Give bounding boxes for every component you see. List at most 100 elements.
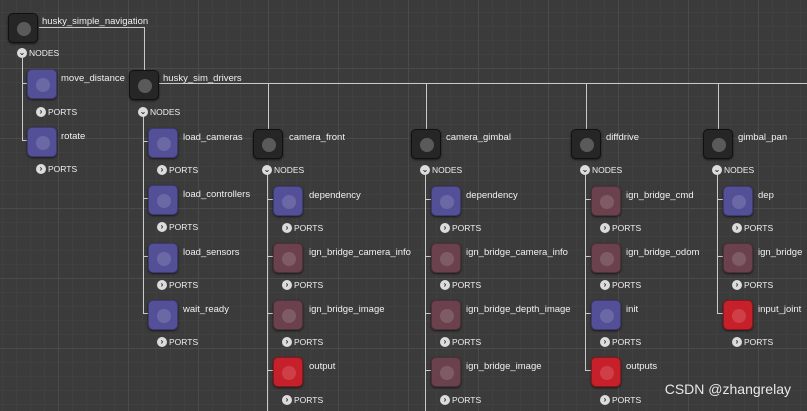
node-ign-bridge-image[interactable] [431,357,461,387]
chevron-right-icon[interactable]: › [157,280,167,290]
chevron-right-icon[interactable]: › [282,223,292,233]
chevron-right-icon[interactable]: › [600,223,610,233]
ports-toggle[interactable]: PORTS [452,223,481,233]
node-label: ign_bridge_image [466,361,542,372]
node-ign-bridge-image[interactable] [273,300,303,330]
node-label: ign_bridge_odom [626,247,700,258]
node-ign-bridge[interactable] [723,243,753,273]
chevron-right-icon[interactable]: › [440,280,450,290]
ports-toggle[interactable]: PORTS [452,395,481,405]
node-input-joint[interactable] [723,300,753,330]
ports-toggle[interactable]: PORTS [612,337,641,347]
group-node-gimbal-pan[interactable] [703,129,733,159]
node-label: rotate [61,131,86,142]
node-ign-bridge-camera-info[interactable] [431,243,461,273]
node-label: dependency [466,190,518,201]
node-label: wait_ready [183,304,229,315]
chevron-down-icon[interactable]: ⌄ [580,165,590,175]
ports-toggle[interactable]: PORTS [294,223,323,233]
ports-toggle[interactable]: PORTS [169,165,198,175]
ports-toggle[interactable]: PORTS [294,337,323,347]
node-label: dep [758,190,774,201]
node-dependency[interactable] [273,186,303,216]
ports-toggle[interactable]: PORTS [744,337,773,347]
node-label: outputs [626,361,658,372]
nodes-toggle[interactable]: NODES [274,165,304,175]
chevron-right-icon[interactable]: › [732,337,742,347]
node-dependency[interactable] [431,186,461,216]
ports-toggle[interactable]: PORTS [744,280,773,290]
chevron-right-icon[interactable]: › [36,107,46,117]
node-load-controllers[interactable] [148,185,178,215]
chevron-right-icon[interactable]: › [440,395,450,405]
ports-toggle[interactable]: PORTS [612,223,641,233]
chevron-down-icon[interactable]: ⌄ [712,165,722,175]
chevron-down-icon[interactable]: ⌄ [138,107,148,117]
node-label: load_controllers [183,189,251,200]
ports-toggle[interactable]: PORTS [612,395,641,405]
node-init[interactable] [591,300,621,330]
chevron-down-icon[interactable]: ⌄ [420,165,430,175]
ports-toggle[interactable]: PORTS [169,280,198,290]
node-load-cameras[interactable] [148,128,178,158]
ports-toggle[interactable]: PORTS [48,107,77,117]
ports-toggle[interactable]: PORTS [294,395,323,405]
chevron-right-icon[interactable]: › [600,395,610,405]
node-label: ign_bridge_image [309,304,385,315]
chevron-right-icon[interactable]: › [732,223,742,233]
ports-toggle[interactable]: PORTS [744,223,773,233]
node-label: dependency [309,190,361,201]
nodes-toggle[interactable]: NODES [150,107,180,117]
ports-toggle[interactable]: PORTS [452,280,481,290]
node-wait-ready[interactable] [148,300,178,330]
node-move-distance[interactable] [27,69,57,99]
node-load-sensors[interactable] [148,243,178,273]
node-output[interactable] [273,357,303,387]
node-ign-bridge-odom[interactable] [591,243,621,273]
node-dep[interactable] [723,186,753,216]
node-label: ign_bridge_camera_info [309,247,411,258]
ports-toggle[interactable]: PORTS [452,337,481,347]
node-label: init [626,304,639,315]
chevron-right-icon[interactable]: › [36,164,46,174]
node-ign-bridge-cmd[interactable] [591,186,621,216]
nodes-toggle[interactable]: NODES [432,165,462,175]
group-node-husky-simple-navigation[interactable] [8,13,38,43]
ports-toggle[interactable]: PORTS [169,222,198,232]
group-node-husky-sim-drivers[interactable] [129,70,159,100]
chevron-right-icon[interactable]: › [440,337,450,347]
group-node-camera-gimbal[interactable] [411,129,441,159]
group-label-husky-simple-navigation: husky_simple_navigation [42,16,149,27]
node-label: load_cameras [183,132,243,143]
nodes-toggle[interactable]: NODES [592,165,622,175]
chevron-right-icon[interactable]: › [157,337,167,347]
group-node-diffdrive[interactable] [571,129,601,159]
chevron-right-icon[interactable]: › [600,337,610,347]
nodes-toggle[interactable]: NODES [724,165,754,175]
node-label: ign_bridge_cmd [626,190,694,201]
ports-toggle[interactable]: PORTS [612,280,641,290]
ports-toggle[interactable]: PORTS [294,280,323,290]
node-ign-bridge-camera-info[interactable] [273,243,303,273]
ports-toggle[interactable]: PORTS [48,164,77,174]
ports-toggle[interactable]: PORTS [169,337,198,347]
node-rotate[interactable] [27,127,57,157]
node-ign-bridge-depth-image[interactable] [431,300,461,330]
node-label: move_distance [61,73,125,84]
chevron-right-icon[interactable]: › [282,395,292,405]
chevron-right-icon[interactable]: › [157,222,167,232]
chevron-down-icon[interactable]: ⌄ [262,165,272,175]
group-node-camera-front[interactable] [253,129,283,159]
chevron-right-icon[interactable]: › [282,337,292,347]
nodes-toggle[interactable]: NODES [29,48,59,58]
group-label-gimbal-pan: gimbal_pan [738,132,788,143]
chevron-right-icon[interactable]: › [440,223,450,233]
group-label-diffdrive: diffdrive [606,132,640,143]
chevron-right-icon[interactable]: › [732,280,742,290]
chevron-down-icon[interactable]: ⌄ [17,48,27,58]
node-outputs[interactable] [591,357,621,387]
chevron-right-icon[interactable]: › [600,280,610,290]
chevron-right-icon[interactable]: › [282,280,292,290]
chevron-right-icon[interactable]: › [157,165,167,175]
watermark: CSDN @zhangrelay [664,381,791,397]
